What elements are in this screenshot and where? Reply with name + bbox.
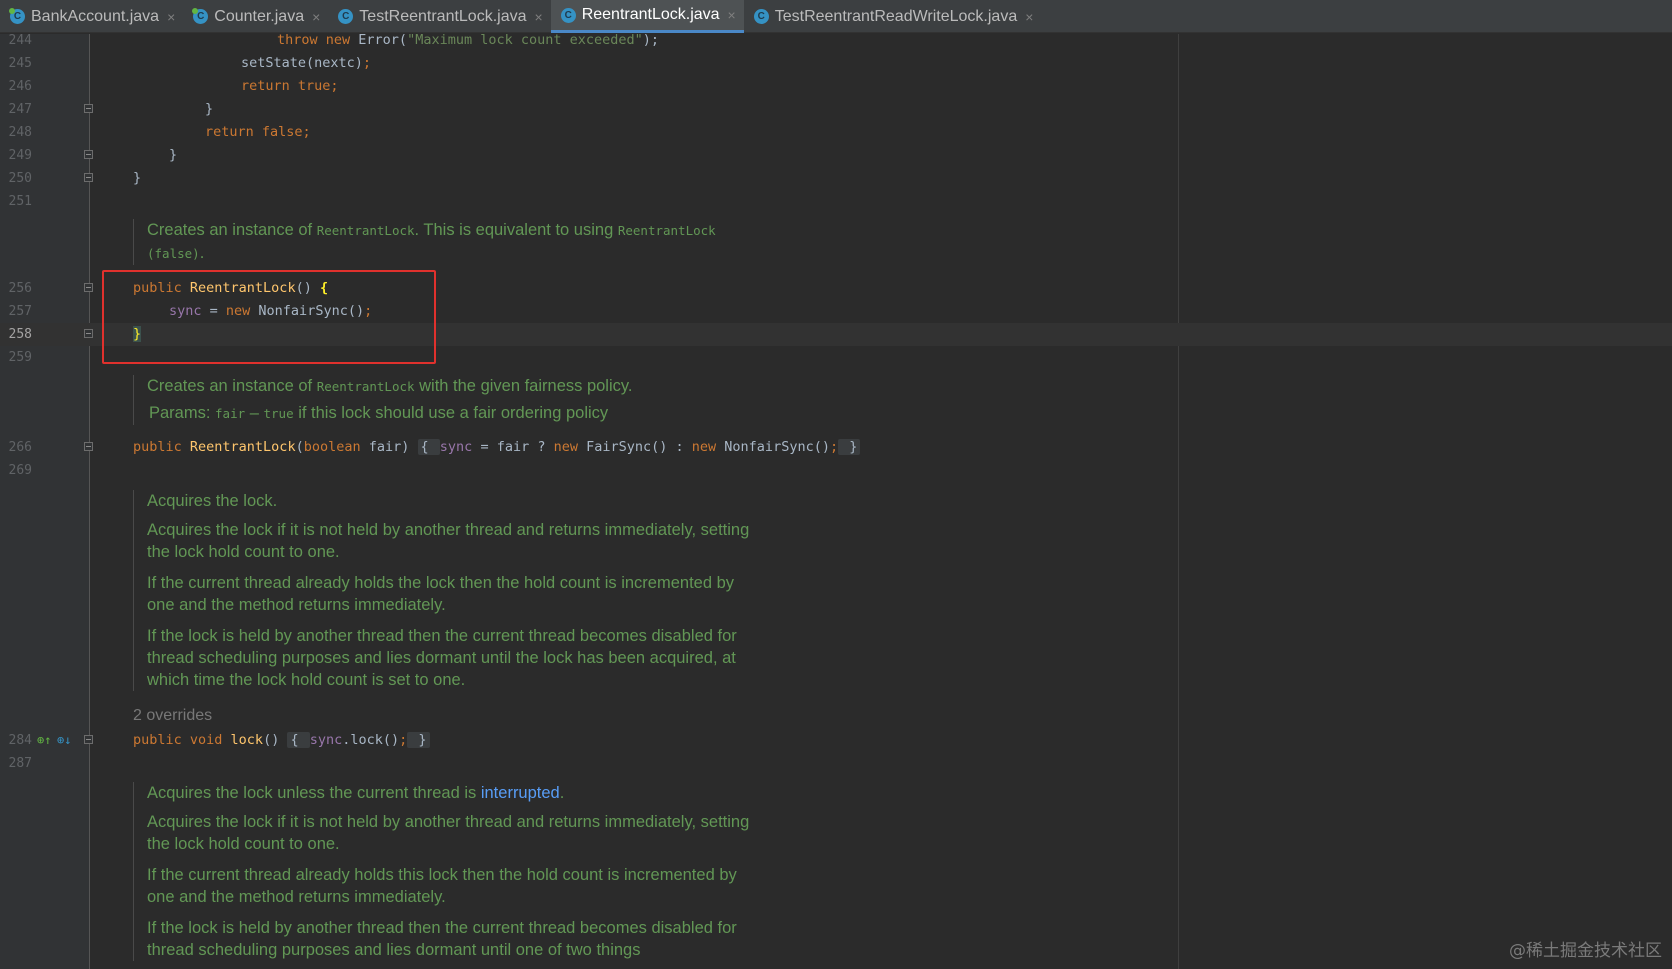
highlight-annotation-box — [102, 270, 436, 364]
java-class-icon: C — [338, 9, 354, 24]
java-class-icon: C — [192, 8, 209, 24]
overridden-method-icon[interactable]: ⊕↓ — [57, 733, 71, 747]
code-line-251[interactable]: 251 — [0, 190, 1672, 213]
javadoc-constructor-default: Creates an instance of ReentrantLock. Th… — [133, 219, 773, 265]
watermark: @稀土掘金技术社区 — [1509, 941, 1662, 961]
close-icon[interactable]: × — [167, 9, 175, 25]
code-line-287[interactable]: 287 — [0, 752, 1672, 775]
close-icon[interactable]: × — [728, 7, 736, 23]
line-number: 287 — [8, 756, 32, 771]
line-number: 246 — [8, 79, 32, 94]
line-number: 258 — [8, 327, 32, 342]
line-number: 251 — [8, 194, 32, 209]
tab-label: Counter.java — [214, 7, 305, 25]
code-line-248[interactable]: 248 return false; — [0, 121, 1672, 144]
javadoc-lock: Acquires the lock. Acquires the lock if … — [133, 490, 753, 691]
tab-label: BankAccount.java — [31, 7, 160, 25]
code-line-245[interactable]: 245 setState(nextc); — [0, 52, 1672, 75]
code-text: setState(nextc); — [241, 55, 372, 71]
code-text: throw new Error("Maximum lock count exce… — [277, 32, 660, 48]
line-number: 249 — [8, 148, 32, 163]
overrides-hint[interactable]: 2 overrides — [133, 707, 212, 725]
fold-toggle-icon[interactable] — [84, 442, 93, 451]
code-line-244[interactable]: 244 throw new Error("Maximum lock count … — [0, 29, 1672, 52]
fold-toggle-icon[interactable] — [84, 735, 93, 744]
code-text: return true; — [241, 78, 339, 94]
fold-toggle-icon[interactable] — [84, 283, 93, 292]
java-class-icon: C — [560, 7, 576, 23]
fold-toggle-icon[interactable] — [84, 329, 93, 338]
code-text: } — [169, 147, 178, 163]
code-text: return false; — [205, 124, 311, 140]
implements-method-icon[interactable]: ⊕↑ — [37, 733, 51, 747]
folded-code-region[interactable]: { — [287, 732, 310, 748]
tab-label: TestReentrantLock.java — [359, 7, 527, 25]
line-number: 256 — [8, 281, 32, 296]
line-number: 244 — [8, 33, 32, 48]
line-number: 266 — [8, 440, 32, 455]
code-line-269[interactable]: 269 — [0, 459, 1672, 482]
folded-code-region[interactable]: } — [838, 439, 861, 455]
code-line-266[interactable]: 266 public ReentrantLock(boolean fair) {… — [0, 436, 1672, 459]
code-text: } — [205, 101, 214, 117]
code-text: } — [133, 170, 142, 186]
folded-code-region[interactable]: { — [417, 439, 440, 455]
line-number: 247 — [8, 102, 32, 117]
line-number: 284 — [8, 733, 32, 748]
fold-toggle-icon[interactable] — [84, 150, 93, 159]
line-number: 257 — [8, 304, 32, 319]
folded-code-region[interactable]: } — [407, 732, 430, 748]
close-icon[interactable]: × — [535, 9, 543, 25]
java-class-icon: C — [753, 9, 769, 24]
code-line-249[interactable]: 249 } — [0, 144, 1672, 167]
fold-toggle-icon[interactable] — [84, 104, 93, 113]
code-line-250[interactable]: 250 } — [0, 167, 1672, 190]
fold-toggle-icon[interactable] — [84, 173, 93, 182]
code-text: public void lock() { sync.lock(); } — [133, 729, 430, 752]
line-number: 259 — [8, 350, 32, 365]
javadoc-constructor-fair: Creates an instance of ReentrantLock wit… — [133, 375, 773, 425]
javadoc-lock-interruptibly: Acquires the lock unless the current thr… — [133, 782, 753, 961]
code-line-247[interactable]: 247 } — [0, 98, 1672, 121]
line-number: 245 — [8, 56, 32, 71]
close-icon[interactable]: × — [312, 9, 320, 25]
interrupted-link[interactable]: interrupted — [481, 784, 560, 802]
tab-label: TestReentrantReadWriteLock.java — [774, 7, 1018, 25]
tab-label: ReentrantLock.java — [581, 6, 720, 23]
code-line-284[interactable]: 284 ⊕↑ ⊕↓ public void lock() { sync.lock… — [0, 729, 1672, 752]
line-number: 248 — [8, 125, 32, 140]
code-line-246[interactable]: 246 return true; — [0, 75, 1672, 98]
line-number: 250 — [8, 171, 32, 186]
java-class-icon: C — [9, 8, 25, 24]
close-icon[interactable]: × — [1025, 9, 1033, 25]
code-text: public ReentrantLock(boolean fair) { syn… — [133, 436, 861, 459]
line-number: 269 — [8, 463, 32, 478]
